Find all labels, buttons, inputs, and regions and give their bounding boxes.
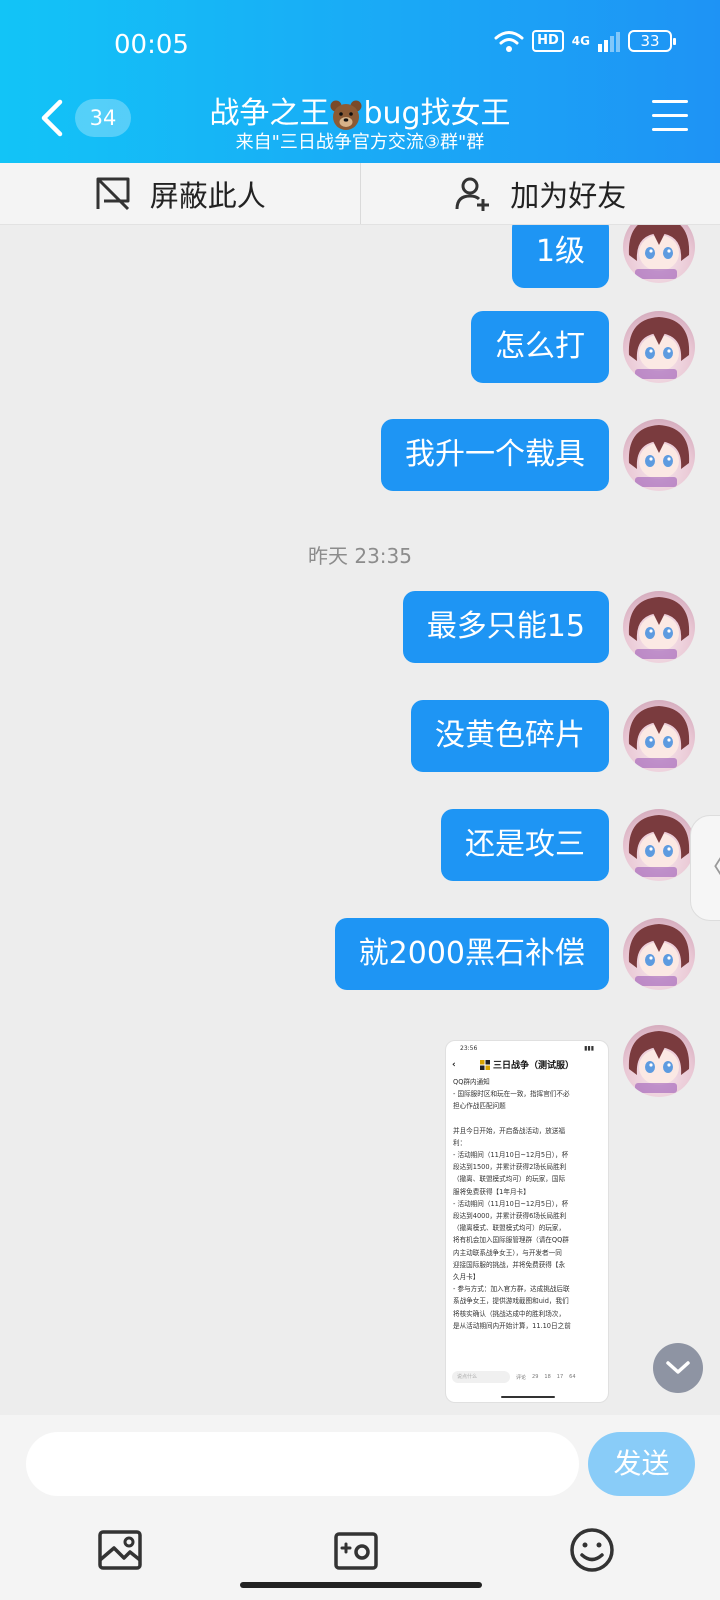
message-input[interactable] <box>26 1432 579 1496</box>
thumb-title: ‹ 三日战争（测试服） <box>446 1058 608 1071</box>
game-logo-icon <box>479 1059 490 1070</box>
input-bar: 发送 <box>0 1415 720 1600</box>
network-type: 4G <box>571 34 590 48</box>
title-text-part2: bug找女王 <box>363 96 511 131</box>
thumb-line: （撤离、联盟模式均可）的玩家，国际 <box>453 1175 566 1184</box>
message-bubble[interactable]: 还是攻三 <box>441 809 609 881</box>
thumb-status-bar: 23:56 ▮▮▮ <box>446 1041 608 1052</box>
avatar[interactable] <box>623 700 695 772</box>
thumb-count: 17 <box>556 1374 564 1380</box>
action-bar: 屏蔽此人 加为好友 <box>0 163 720 225</box>
menu-button[interactable] <box>652 100 688 134</box>
signal-icon <box>598 32 620 52</box>
avatar[interactable] <box>623 809 695 881</box>
thumb-line: 担心作战匹配问题 <box>453 1102 506 1111</box>
thumb-status-time: 23:56 <box>460 1045 478 1052</box>
image-picker-icon[interactable] <box>96 1526 144 1574</box>
avatar-image <box>628 225 690 279</box>
hd-badge: HD <box>532 30 564 52</box>
menu-line <box>652 114 688 117</box>
block-user-button[interactable]: 屏蔽此人 <box>0 163 360 224</box>
status-icons: HD 4G 33 <box>494 30 676 52</box>
add-friend-icon <box>455 177 490 211</box>
avatar[interactable] <box>623 1025 695 1097</box>
thumb-line: 段达到1500，并累计获得2场长局胜利 <box>453 1163 567 1172</box>
thumb-line: 久月卡】 <box>453 1273 480 1282</box>
send-button[interactable]: 发送 <box>588 1432 695 1496</box>
avatar-image <box>628 706 690 768</box>
thumb-line: QQ群内通知 <box>453 1078 490 1086</box>
chat-subtitle: 来自"三日战争官方交流③群"群 <box>235 132 485 153</box>
thumb-line: 内主动联系战争女王），与开发者一同 <box>453 1248 562 1257</box>
thumb-line: 并且今日开始，开启备战活动，放送福 <box>453 1126 566 1135</box>
thumb-line: 将有机会加入国际服管理群（请在QQ群 <box>453 1236 569 1245</box>
thumb-line: 将核实确认（挑战达成中的胜利场次， <box>453 1309 566 1318</box>
thumb-line: 利： <box>453 1138 467 1147</box>
thumb-line: 服将免费获得【1年月卡】 <box>453 1187 530 1196</box>
thumb-line <box>453 1113 602 1125</box>
add-friend-label: 加为好友 <box>510 178 627 213</box>
message-bubble[interactable]: 就2000黑石补偿 <box>334 918 609 990</box>
avatar[interactable] <box>623 591 695 663</box>
message-bubble[interactable]: 没黄色碎片 <box>411 700 609 772</box>
menu-line <box>652 100 688 103</box>
bear-emoji-icon <box>330 100 362 130</box>
message-list[interactable]: 1级 怎么打 我升一个载具 昨天 23:35 最多只能15 没黄色碎片 还是攻三… <box>0 225 720 1415</box>
message-bubble[interactable]: 最多只能15 <box>402 591 609 663</box>
thumb-line: 系战争女王，提供游戏截图和uid，我们 <box>453 1297 569 1306</box>
menu-line <box>652 128 688 131</box>
home-indicator <box>240 1582 482 1588</box>
thumb-count: 18 <box>544 1374 551 1380</box>
thumb-line: - 参与方式：加入官方群，达成挑战后联 <box>453 1285 570 1294</box>
thumb-body: QQ群内通知 - 国际服时区和玩在一致，指挥官们不必 担心作战匹配问题 并且今日… <box>446 1071 608 1332</box>
block-user-label: 屏蔽此人 <box>149 178 266 213</box>
battery-icon: 33 <box>628 30 676 52</box>
scroll-to-bottom-button[interactable] <box>653 1343 703 1393</box>
thumb-count: 64 <box>569 1374 576 1380</box>
message-bubble[interactable]: 怎么打 <box>471 311 609 383</box>
chat-header: 00:05 HD 4G 33 34 战争之王 bug找女王 来自"三日战争官方交… <box>0 0 720 163</box>
message-bubble[interactable]: 我升一个载具 <box>381 419 609 491</box>
thumb-line: - 活动期间（11月10日~12月5日），杯 <box>453 1199 569 1208</box>
avatar-image <box>628 1031 690 1093</box>
block-flag-icon <box>96 177 130 210</box>
thumb-count: 29 <box>532 1374 539 1380</box>
message-bubble[interactable]: 1级 <box>511 225 609 288</box>
emoji-icon[interactable] <box>568 1526 616 1574</box>
status-time: 00:05 <box>114 30 189 60</box>
thumb-line: 段达到4000，并累计获得6场长局胜利 <box>453 1212 567 1221</box>
avatar[interactable] <box>623 419 695 491</box>
thumb-status-icons: ▮▮▮ <box>584 1045 594 1052</box>
avatar-image <box>628 597 690 659</box>
avatar-image <box>628 425 690 487</box>
avatar-image <box>628 924 690 986</box>
thumb-line: 是从活动期间内开始计算，11.10日之前 <box>453 1321 571 1330</box>
avatar[interactable] <box>623 225 695 283</box>
thumb-count: 评论 <box>516 1374 527 1381</box>
title-text-part1: 战争之王 <box>209 96 330 131</box>
avatar-image <box>628 815 690 877</box>
thumb-back-icon: ‹ <box>452 1059 456 1070</box>
image-message[interactable]: 23:56 ▮▮▮ ‹ 三日战争（测试服） QQ群内通知 - 国际服时区和玩在一… <box>445 1040 609 1403</box>
avatar[interactable] <box>623 311 695 383</box>
avatar-image <box>628 317 690 379</box>
thumb-home-indicator <box>501 1396 555 1398</box>
chevron-down-icon <box>666 1361 690 1374</box>
thumb-title-text: 三日战争（测试服） <box>492 1061 574 1071</box>
chat-title: 战争之王 bug找女王 <box>0 88 720 132</box>
avatar[interactable] <box>623 918 695 990</box>
wifi-icon <box>494 31 524 52</box>
thumb-line: - 国际服时区和玩在一致，指挥官们不必 <box>453 1090 570 1099</box>
thumb-footer: 说点什么 评论 29 18 17 64 <box>446 1366 608 1388</box>
camera-icon[interactable] <box>332 1526 380 1574</box>
add-friend-button[interactable]: 加为好友 <box>359 163 720 224</box>
thumb-line: - 活动期间（11月10日~12月5日），杯 <box>453 1151 569 1160</box>
message-timestamp: 昨天 23:35 <box>308 544 412 568</box>
thumb-input: 说点什么 <box>452 1371 510 1383</box>
side-drawer-handle[interactable]: 〈 <box>690 815 720 921</box>
thumb-line: （撤离模式、联盟模式均可）的玩家， <box>453 1224 566 1233</box>
thumb-line: 迎接国际服的挑战，并将免费获得【永 <box>453 1260 566 1269</box>
